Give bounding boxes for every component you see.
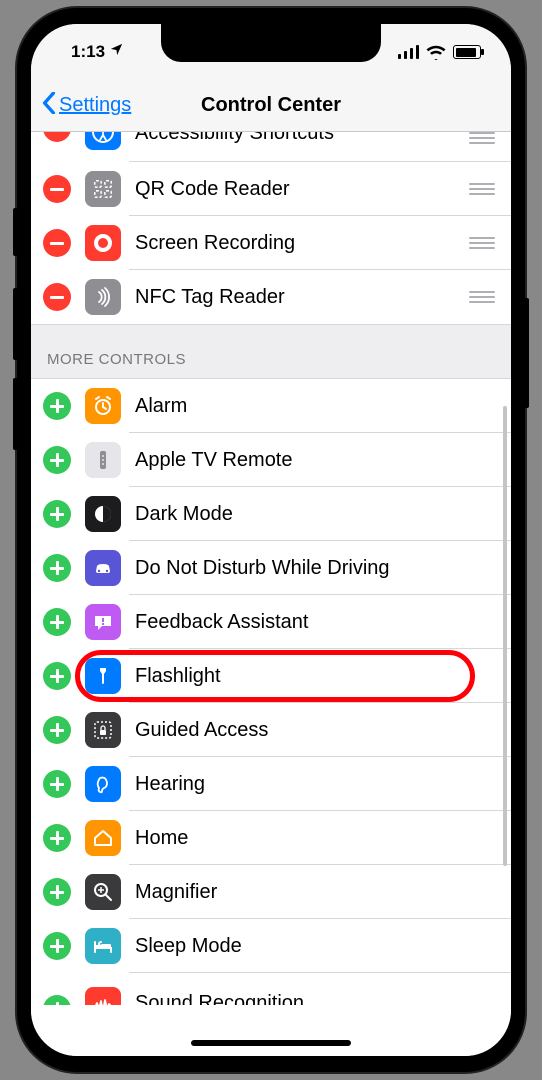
list-item: Screen Recording — [31, 216, 511, 270]
add-button[interactable] — [43, 932, 71, 960]
flashlight-icon — [85, 658, 121, 694]
chevron-left-icon — [41, 92, 57, 120]
add-button[interactable] — [43, 500, 71, 528]
remove-button[interactable] — [43, 283, 71, 311]
magnifier-icon — [85, 874, 121, 910]
wifi-icon — [426, 45, 446, 60]
drag-handle-icon[interactable] — [469, 132, 495, 144]
ear-icon — [85, 766, 121, 802]
battery-icon — [453, 45, 481, 59]
row-label: Sleep Mode — [135, 935, 495, 958]
record-icon — [85, 225, 121, 261]
drag-handle-icon[interactable] — [469, 291, 495, 303]
lock-icon — [85, 712, 121, 748]
add-button[interactable] — [43, 662, 71, 690]
row-label: Hearing — [135, 773, 495, 796]
screen: 1:13 Settings Control Center — [31, 24, 511, 1056]
remove-button[interactable] — [43, 229, 71, 257]
list-item: Sound Recognition — [31, 973, 511, 1005]
list-item: Dark Mode — [31, 487, 511, 541]
list-item: QR Code Reader — [31, 162, 511, 216]
add-button[interactable] — [43, 392, 71, 420]
list-item: Home — [31, 811, 511, 865]
list-item-flashlight: Flashlight — [31, 649, 511, 703]
list-item: Do Not Disturb While Driving — [31, 541, 511, 595]
add-button[interactable] — [43, 554, 71, 582]
list-item: NFC Tag Reader — [31, 270, 511, 324]
list-item: Alarm — [31, 379, 511, 433]
accessibility-icon — [85, 132, 121, 150]
location-services-icon — [109, 42, 124, 62]
alarm-icon — [85, 388, 121, 424]
back-button[interactable]: Settings — [41, 92, 131, 120]
row-label: Magnifier — [135, 881, 495, 904]
add-button[interactable] — [43, 446, 71, 474]
tvremote-icon — [85, 442, 121, 478]
darkmode-icon — [85, 496, 121, 532]
power-button — [524, 298, 529, 408]
back-label: Settings — [59, 94, 131, 117]
row-label: Guided Access — [135, 719, 495, 742]
side-button — [13, 208, 18, 256]
cellular-signal-icon — [398, 45, 420, 59]
bed-icon — [85, 928, 121, 964]
device-frame: 1:13 Settings Control Center — [17, 8, 525, 1072]
list-item: Guided Access — [31, 703, 511, 757]
row-label: Do Not Disturb While Driving — [135, 557, 495, 580]
drag-handle-icon[interactable] — [469, 237, 495, 249]
volume-down-button — [13, 378, 18, 450]
row-label: Flashlight — [135, 665, 495, 688]
home-icon — [85, 820, 121, 856]
list-item: Sleep Mode — [31, 919, 511, 973]
add-button[interactable] — [43, 608, 71, 636]
drag-handle-icon[interactable] — [469, 183, 495, 195]
list-item: Accessibility Shortcuts — [31, 132, 511, 162]
row-label: Home — [135, 827, 495, 850]
list-item: Magnifier — [31, 865, 511, 919]
add-button[interactable] — [43, 995, 71, 1005]
row-label: Screen Recording — [135, 232, 469, 255]
list-item: Hearing — [31, 757, 511, 811]
row-label: Accessibility Shortcuts — [135, 132, 469, 145]
scroll-indicator — [503, 406, 507, 866]
row-label: Alarm — [135, 395, 495, 418]
add-button[interactable] — [43, 824, 71, 852]
home-indicator[interactable] — [191, 1040, 351, 1046]
nfc-icon — [85, 279, 121, 315]
navigation-bar: Settings Control Center — [31, 80, 511, 132]
row-label: Feedback Assistant — [135, 611, 495, 634]
list-item: Feedback Assistant — [31, 595, 511, 649]
row-label: NFC Tag Reader — [135, 286, 469, 309]
row-label: Dark Mode — [135, 503, 495, 526]
feedback-icon — [85, 604, 121, 640]
add-button[interactable] — [43, 878, 71, 906]
row-label: Apple TV Remote — [135, 449, 495, 472]
car-icon — [85, 550, 121, 586]
sound-icon — [85, 987, 121, 1005]
list-item: Apple TV Remote — [31, 433, 511, 487]
add-button[interactable] — [43, 716, 71, 744]
remove-button[interactable] — [43, 175, 71, 203]
volume-up-button — [13, 288, 18, 360]
row-label: QR Code Reader — [135, 178, 469, 201]
notch — [161, 24, 381, 62]
section-header-more: MORE CONTROLS — [31, 324, 511, 379]
qrcode-icon — [85, 171, 121, 207]
content-scrollview[interactable]: Accessibility Shortcuts QR Code Reader S… — [31, 132, 511, 1056]
add-button[interactable] — [43, 770, 71, 798]
status-time: 1:13 — [71, 42, 105, 62]
row-label: Sound Recognition — [135, 992, 495, 1005]
remove-button[interactable] — [43, 132, 71, 142]
